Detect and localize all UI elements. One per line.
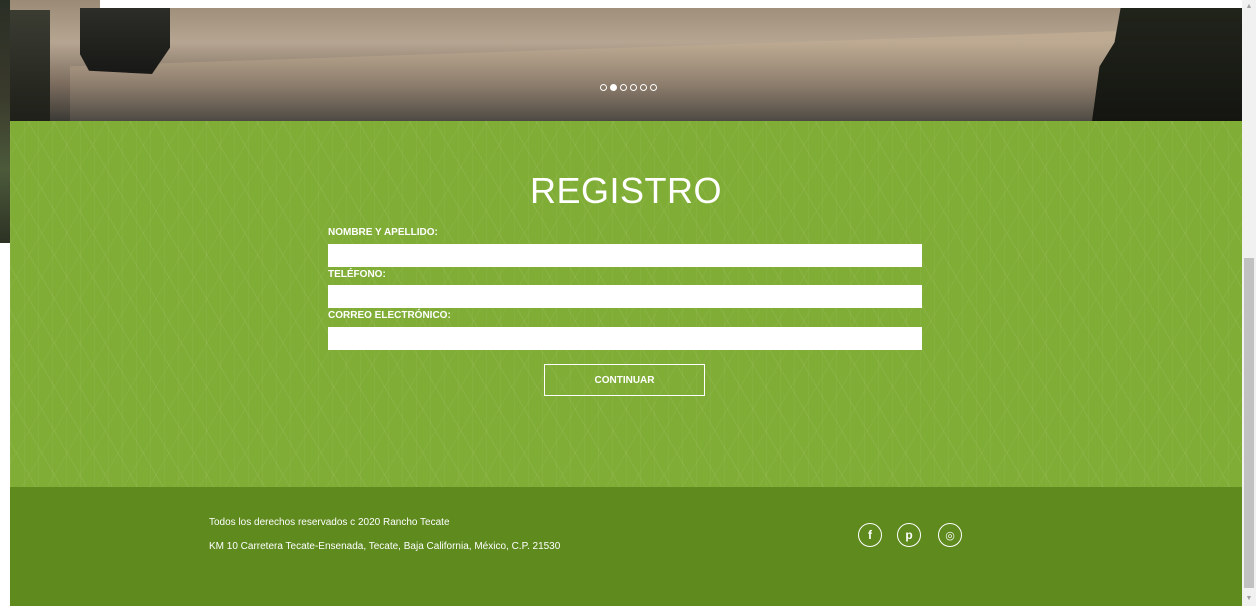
slider-dot[interactable] [620, 84, 627, 91]
slider-dot[interactable] [600, 84, 607, 91]
email-label: CORREO ELECTRÓNICO: [328, 310, 451, 321]
facebook-icon[interactable]: f [858, 523, 882, 547]
registro-section: REGISTRO NOMBRE Y APELLIDO: TELÉFONO: CO… [10, 121, 1242, 487]
footer-copyright: Todos los derechos reservados c 2020 Ran… [209, 517, 450, 528]
hero-water [70, 30, 1150, 121]
email-input[interactable] [328, 327, 922, 350]
scroll-up-arrow-icon[interactable]: ▲ [1242, 0, 1256, 14]
scroll-down-arrow-icon[interactable]: ▼ [1242, 592, 1256, 606]
hero-rock [80, 8, 170, 74]
phone-label: TELÉFONO: [328, 269, 386, 280]
name-input[interactable] [328, 244, 922, 267]
slider-dot-active[interactable] [610, 84, 617, 91]
continuar-button[interactable]: CONTINUAR [544, 364, 705, 396]
scrollbar-thumb[interactable] [1244, 258, 1254, 588]
instagram-icon[interactable]: ◎ [938, 523, 962, 547]
registro-title: REGISTRO [529, 170, 722, 211]
hero-rock [10, 10, 50, 121]
hero-slider [10, 0, 1242, 121]
slider-dot[interactable] [630, 84, 637, 91]
hero-top-strip [100, 0, 1242, 8]
footer: Todos los derechos reservados c 2020 Ran… [10, 487, 1242, 606]
name-label: NOMBRE Y APELLIDO: [328, 227, 438, 238]
footer-address: KM 10 Carretera Tecate-Ensenada, Tecate,… [209, 541, 561, 552]
pinterest-icon[interactable]: p [897, 523, 921, 547]
hero-rock [1092, 0, 1242, 121]
phone-input[interactable] [328, 285, 922, 308]
scrollbar[interactable]: ▲ ▼ [1242, 0, 1256, 606]
slider-dots [600, 84, 657, 96]
slider-dot[interactable] [650, 84, 657, 91]
slider-dot[interactable] [640, 84, 647, 91]
